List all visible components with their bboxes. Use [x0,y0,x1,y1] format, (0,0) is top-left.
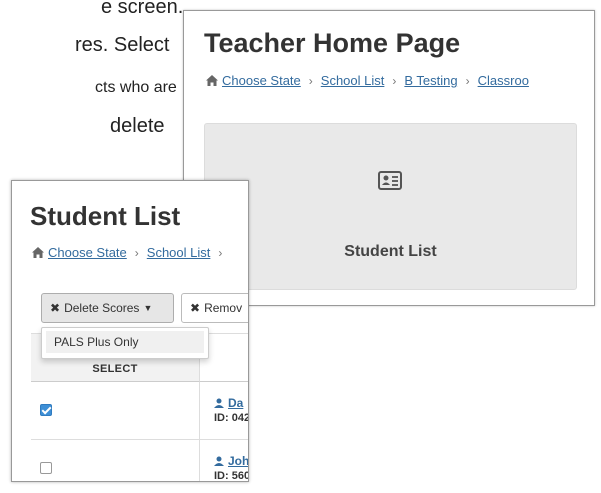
student-list-panel: Student List Choose State › School List … [11,180,249,482]
breadcrumb-choose-state[interactable]: Choose State [222,73,301,88]
background-text-line-1: e screen. [101,0,184,18]
breadcrumb: Choose State › School List › B Testing ›… [206,73,529,88]
breadcrumb-separator-icon: › [218,245,223,260]
card-label: Student List [344,243,437,260]
page-title: Teacher Home Page [204,28,461,58]
close-icon: ✖ [50,301,61,315]
id-card-icon [378,171,402,190]
background-text-line-4: delete [110,115,165,137]
delete-scores-dropdown: PALS Plus Only [41,327,209,359]
select-cell [31,382,200,439]
page-title: Student List [30,201,181,231]
breadcrumb-b-testing[interactable]: B Testing [404,73,457,88]
remove-label: Remov [204,301,243,315]
select-column-header: SELECT [92,363,138,375]
background-text-line-3: cts who are [95,79,177,96]
person-icon [214,456,224,466]
breadcrumb-separator-icon: › [134,245,139,260]
row-checkbox[interactable] [40,404,52,416]
caret-down-icon: ▼ [143,303,153,313]
delete-scores-label: Delete Scores [64,301,140,315]
student-name-text: Da [228,396,244,410]
breadcrumb-school-list[interactable]: School List [147,245,211,260]
breadcrumb-separator-icon: › [465,73,470,88]
breadcrumb-separator-icon: › [308,73,313,88]
breadcrumb-separator-icon: › [392,73,397,88]
student-id: ID: 560 [214,470,249,482]
breadcrumb-choose-state[interactable]: Choose State [48,245,127,260]
delete-scores-button[interactable]: ✖ Delete Scores ▼ [41,293,174,323]
table-row: Da ID: 042 [31,382,249,440]
dropdown-item-pals-plus-only[interactable]: PALS Plus Only [46,331,204,353]
home-icon [32,247,44,258]
student-name-link[interactable]: Joh [214,454,249,468]
student-name-link[interactable]: Da [214,396,243,410]
background-text-line-2: res. Select [75,34,170,56]
remove-button[interactable]: ✖ Remov [181,293,248,323]
breadcrumb-classroom[interactable]: Classroo [478,73,529,88]
row-checkbox[interactable] [40,462,52,474]
breadcrumb-school-list[interactable]: School List [321,73,385,88]
student-list-card[interactable]: Student List [204,123,577,290]
close-icon: ✖ [190,301,201,315]
table-row: Joh ID: 560 [31,440,249,482]
breadcrumb: Choose State › School List › [32,245,230,260]
select-cell [31,440,200,481]
person-icon [214,398,224,408]
student-id: ID: 042 [214,412,249,424]
home-icon [206,75,218,86]
student-name-text: Joh [228,454,249,468]
